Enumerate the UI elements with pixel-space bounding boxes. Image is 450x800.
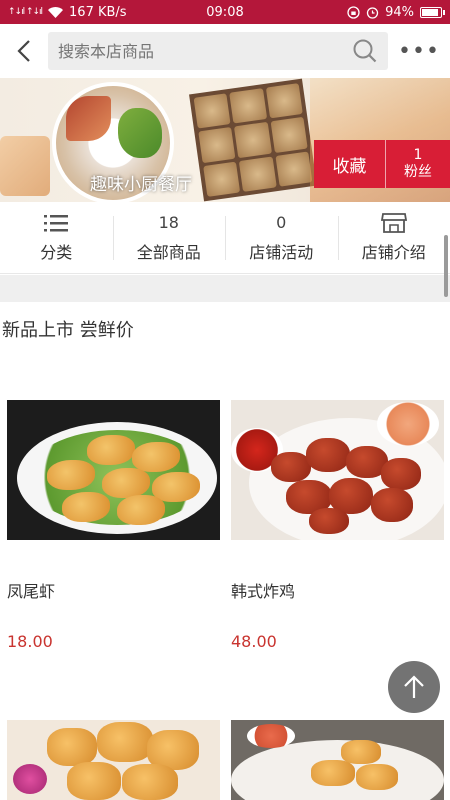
wifi-icon: [48, 6, 64, 18]
battery-icon: [420, 6, 445, 18]
banner-snack-image: [0, 136, 50, 196]
more-button[interactable]: •••: [388, 24, 450, 78]
chevron-left-icon: [17, 40, 30, 62]
all-products-count: 18: [158, 213, 179, 232]
shop-events-count: 0: [276, 213, 287, 232]
favorite-block: 收藏 1 粉丝: [314, 140, 450, 188]
network-speed: 167 KB/s: [69, 4, 127, 20]
product-image-fried-snack[interactable]: [231, 720, 444, 800]
product-card[interactable]: [231, 720, 444, 800]
store-icon: [380, 212, 407, 233]
banner-nut-box-image: [189, 78, 317, 202]
nav-label-shop-intro: 店铺介绍: [361, 242, 426, 262]
clock: 09:08: [206, 4, 244, 20]
product-image-chicken-nuggets[interactable]: [7, 720, 220, 800]
scrollbar[interactable]: [444, 235, 448, 297]
product-image-fried-shrimp[interactable]: [7, 400, 220, 540]
back-button[interactable]: [0, 24, 48, 78]
search-box[interactable]: [48, 32, 388, 70]
section-title: 新品上市 尝鲜价: [2, 320, 134, 341]
fans-label: 粉丝: [403, 164, 432, 180]
fans-count: 1 粉丝: [386, 140, 450, 188]
signal-icon: ↑↓ıl ↑↓ıl: [8, 7, 43, 17]
nav-item-category[interactable]: 分类: [0, 202, 113, 273]
alarm-icon: [366, 6, 379, 19]
shop-nav: 分类 18 全部商品 0 店铺活动 店铺介绍: [0, 202, 450, 274]
nav-label-category: 分类: [40, 242, 73, 262]
nav-item-shop-events[interactable]: 0 店铺活动: [225, 202, 338, 273]
shop-name: 趣味小厨餐厅: [90, 175, 192, 195]
status-bar: ↑↓ıl ↑↓ıl 167 KB/s 09:08 94%: [0, 0, 450, 24]
product-price: 18.00: [7, 632, 53, 651]
nav-label-all-products: 全部商品: [136, 242, 201, 262]
list-icon: [44, 214, 69, 231]
search-icon[interactable]: [352, 38, 378, 64]
product-card[interactable]: 韩式炸鸡 48.00: [231, 400, 444, 651]
fans-number: 1: [413, 147, 423, 163]
favorite-button[interactable]: 收藏: [314, 140, 386, 188]
battery-percent: 94%: [385, 4, 414, 20]
product-image-korean-fried-chicken[interactable]: [231, 400, 444, 540]
nav-label-shop-events: 店铺活动: [249, 242, 314, 262]
product-name: 凤尾虾: [7, 582, 56, 601]
product-price: 48.00: [231, 632, 277, 651]
arrow-up-icon: [404, 675, 424, 698]
product-card[interactable]: [7, 720, 220, 800]
back-to-top-button[interactable]: [388, 661, 440, 713]
search-input[interactable]: [58, 41, 338, 61]
section-divider: [0, 275, 450, 302]
nav-item-shop-intro[interactable]: 店铺介绍: [337, 202, 450, 273]
lock-rotation-icon: [347, 5, 360, 19]
nav-item-all-products[interactable]: 18 全部商品: [112, 202, 226, 273]
header-bar: •••: [0, 24, 450, 78]
product-card[interactable]: 凤尾虾 18.00: [7, 400, 220, 651]
product-name: 韩式炸鸡: [231, 582, 296, 601]
